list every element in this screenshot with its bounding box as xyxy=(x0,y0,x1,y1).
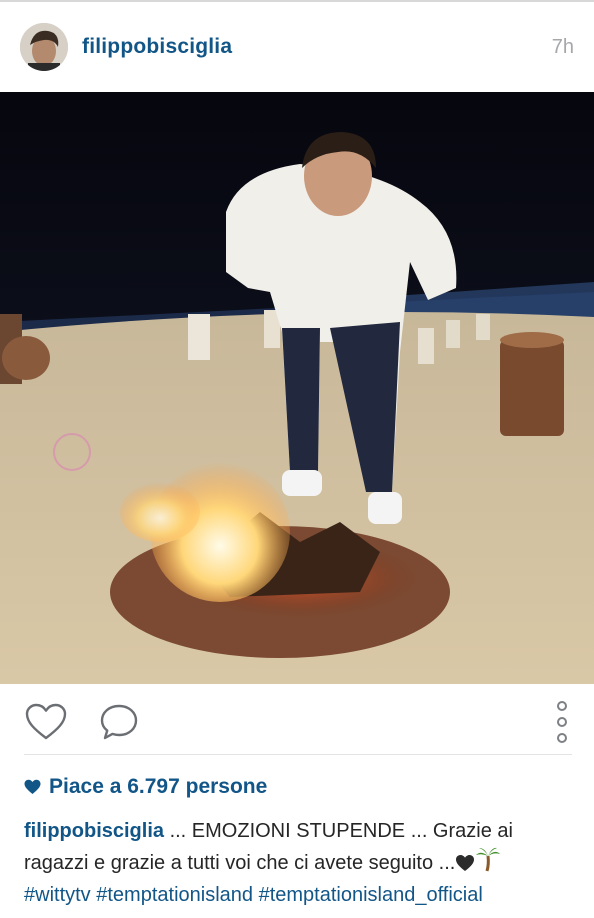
hashtag-link[interactable]: #temptationisland_official xyxy=(259,884,483,906)
black-heart-icon xyxy=(455,852,475,881)
avatar[interactable] xyxy=(20,23,68,71)
heart-outline-icon[interactable] xyxy=(24,702,68,742)
comment-bubble-icon[interactable] xyxy=(98,702,140,742)
post-header: filippobisciglia 7h xyxy=(0,2,594,92)
palm-tree-icon xyxy=(475,846,501,881)
caption-username[interactable]: filippobisciglia xyxy=(24,820,164,842)
post-username[interactable]: filippobisciglia xyxy=(82,35,232,59)
divider xyxy=(24,754,572,755)
post-actions xyxy=(0,684,594,756)
post-timestamp: 7h xyxy=(551,35,574,58)
filled-heart-icon xyxy=(24,779,41,794)
hashtag-link[interactable]: #temptationisland xyxy=(96,884,253,906)
likes-count: Piace a 6.797 persone xyxy=(49,775,268,798)
vertical-dots-icon[interactable] xyxy=(552,700,572,744)
post-photo[interactable] xyxy=(0,92,594,684)
likes-row[interactable]: Piace a 6.797 persone xyxy=(24,772,267,802)
hashtag-link[interactable]: #wittytv xyxy=(24,884,91,906)
post-caption: filippobisciglia ... EMOZIONI STUPENDE .… xyxy=(24,817,580,910)
